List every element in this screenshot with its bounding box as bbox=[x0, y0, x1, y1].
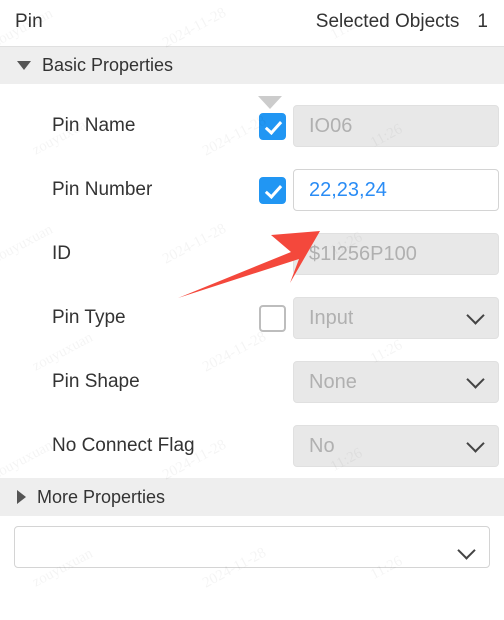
field-row-no-connect-flag: No Connect Flag No bbox=[0, 414, 504, 478]
label-no-connect-flag: No Connect Flag bbox=[52, 435, 195, 456]
label-id: ID bbox=[52, 243, 71, 264]
checkbox-pin-name[interactable] bbox=[259, 112, 286, 140]
bottom-select[interactable] bbox=[14, 526, 490, 568]
section-title-basic-properties: Basic Properties bbox=[42, 55, 174, 75]
input-id-value: $1I256P100 bbox=[309, 242, 417, 265]
field-row-pin-name: Pin Name IO06 bbox=[0, 94, 504, 158]
label-pin-number: Pin Number bbox=[52, 179, 153, 200]
section-header-more-properties[interactable]: More Properties bbox=[0, 478, 504, 516]
select-pin-shape[interactable]: None bbox=[293, 361, 499, 403]
field-row-pin-shape: Pin Shape None bbox=[0, 350, 504, 414]
field-row-pin-type: Pin Type Input bbox=[0, 286, 504, 350]
panel-header: Pin Selected Objects 1 bbox=[0, 0, 504, 47]
label-pin-name: Pin Name bbox=[52, 115, 136, 136]
select-pin-shape-value: None bbox=[309, 370, 357, 393]
basic-properties-fields: Pin Name IO06 Pin Number 22,23,24 ID $1I… bbox=[0, 84, 504, 478]
input-id[interactable]: $1I256P100 bbox=[293, 233, 499, 275]
label-pin-shape: Pin Shape bbox=[52, 371, 140, 392]
triangle-right-icon bbox=[17, 490, 26, 504]
select-no-connect-flag[interactable]: No bbox=[293, 425, 499, 467]
section-header-basic-properties[interactable]: Basic Properties bbox=[0, 47, 504, 84]
checkbox-pin-number[interactable] bbox=[259, 176, 286, 204]
selected-objects-group: Selected Objects 1 bbox=[316, 11, 488, 33]
selected-objects-count: 1 bbox=[477, 11, 488, 32]
chevron-down-icon bbox=[466, 433, 485, 453]
field-row-id: ID $1I256P100 bbox=[0, 222, 504, 286]
input-pin-name[interactable]: IO06 bbox=[293, 105, 499, 147]
input-pin-number[interactable]: 22,23,24 bbox=[293, 169, 499, 211]
chevron-down-icon bbox=[457, 541, 476, 560]
checkbox-pin-type[interactable] bbox=[259, 304, 286, 332]
select-pin-type[interactable]: Input bbox=[293, 297, 499, 339]
input-pin-number-value: 22,23,24 bbox=[309, 178, 387, 201]
label-pin-type: Pin Type bbox=[52, 307, 126, 328]
page-title: Pin bbox=[15, 11, 43, 32]
select-no-connect-flag-value: No bbox=[309, 434, 335, 457]
chevron-down-icon bbox=[466, 369, 485, 389]
triangle-down-icon bbox=[17, 61, 31, 70]
selected-objects-label: Selected Objects bbox=[315, 11, 460, 32]
input-pin-name-value: IO06 bbox=[309, 114, 353, 137]
field-row-pin-number: Pin Number 22,23,24 bbox=[0, 158, 504, 222]
bottom-select-container bbox=[0, 516, 504, 568]
chevron-down-icon bbox=[466, 305, 485, 325]
bottom-select-value bbox=[15, 527, 30, 549]
select-pin-type-value: Input bbox=[309, 306, 354, 329]
section-title-more-properties: More Properties bbox=[37, 486, 166, 507]
